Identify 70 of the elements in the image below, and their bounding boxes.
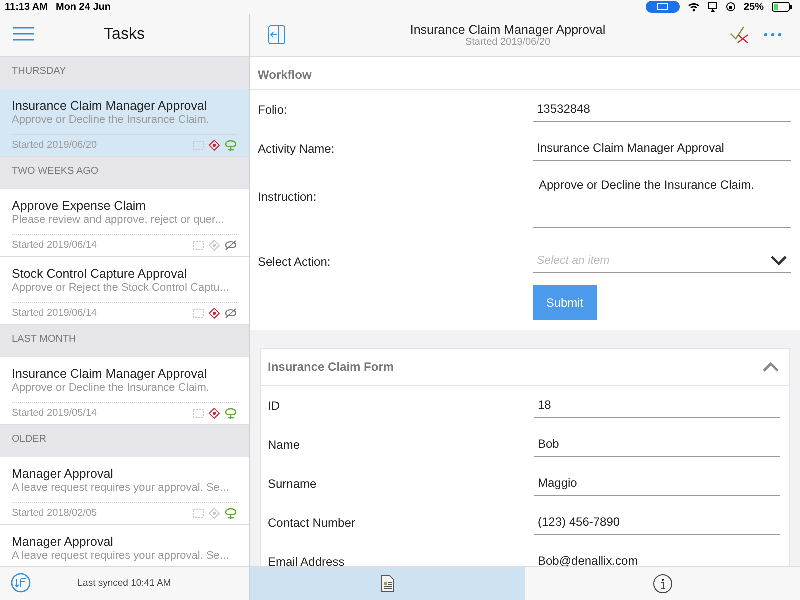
task-date: Started 2019/05/14: [12, 408, 98, 419]
field-label: Select Action:: [258, 254, 332, 268]
task-description: Approve or Decline the Insurance Claim.: [12, 382, 237, 403]
text-field[interactable]: 13532848: [533, 98, 791, 122]
more-icon[interactable]: [764, 33, 782, 37]
group-heading: THURSDAY: [0, 57, 249, 89]
task-title: Manager Approval: [12, 467, 114, 481]
task-description: A leave request requires your approval. Se...: [12, 482, 237, 503]
form-icon: [193, 240, 204, 251]
text-field[interactable]: 18: [534, 394, 780, 418]
rotation-lock-icon: [726, 2, 736, 12]
battery-icon: [772, 2, 792, 12]
task-title: Insurance Claim Manager Approval: [12, 99, 208, 113]
field-label: ID: [268, 398, 281, 412]
field-label: Surname: [268, 476, 318, 490]
collapse-panel-icon[interactable]: [268, 25, 286, 45]
task-item[interactable]: Manager Approval A leave request requires your approval. Se... Started 2018/02/05: [0, 457, 249, 525]
task-title: Stock Control Capture Approval: [12, 267, 188, 281]
form-icon: [193, 408, 204, 419]
menu-icon[interactable]: [13, 27, 34, 41]
wifi-icon: [688, 2, 700, 12]
field-label: Activity Name:: [258, 142, 336, 156]
task-description: Please review and approve, reject or quer...: [12, 214, 237, 235]
form-heading: Insurance Claim Form: [268, 360, 394, 374]
task-date: Started 2019/06/14: [12, 308, 98, 319]
form-icon: [193, 508, 204, 519]
document-icon: [380, 574, 394, 592]
battery-percent: 25%: [744, 2, 764, 12]
field-label: Email Address: [268, 554, 346, 566]
task-item[interactable]: Approve Expense Claim Please review and approve, reject or quer... Started 2019/06/14: [0, 189, 249, 257]
group-heading: TWO WEEKS AGO: [0, 157, 249, 189]
group-heading: LAST MONTH: [0, 325, 249, 357]
status-time: 11:13 AM: [5, 2, 48, 12]
text-field[interactable]: Maggio: [534, 472, 780, 496]
task-title: Insurance Claim Manager Approval: [12, 367, 208, 381]
field-label: Instruction:: [258, 190, 318, 204]
status-date: Mon 24 Jun: [56, 2, 111, 12]
task-heading: Insurance Claim Manager Approval: [409, 22, 607, 36]
task-description: A leave request requires your approval. Se...: [12, 550, 237, 566]
text-field[interactable]: Bob: [534, 432, 780, 456]
pane-title: Tasks: [104, 26, 145, 44]
sort-icon[interactable]: [11, 573, 31, 593]
field-label: Contact Number: [268, 516, 356, 530]
task-date: Started 2019/06/20: [12, 140, 98, 151]
task-description: Approve or Decline the Insurance Claim.: [12, 114, 237, 135]
approve-decline-icon[interactable]: [730, 26, 750, 44]
group-heading: OLDER: [0, 425, 249, 457]
form-icon: [193, 140, 204, 151]
text-field[interactable]: Insurance Claim Manager Approval: [533, 136, 791, 160]
task-date: Started 2018/02/05: [12, 508, 98, 519]
form-icon: [193, 308, 204, 319]
task-started: Started 2019/06/20: [464, 36, 551, 48]
task-description: Approve or Reject the Stock Control Captu...: [12, 282, 237, 303]
info-icon: [652, 574, 672, 594]
task-date: Started 2019/06/14: [12, 240, 98, 251]
task-item[interactable]: Stock Control Capture Approval Approve or Reject the Stock Control Captu... Started 2019/06/14: [0, 257, 249, 325]
sync-status: Last synced 10:41 AM: [78, 578, 172, 589]
section-heading: Workflow: [250, 57, 800, 90]
text-area[interactable]: Approve or Decline the Insurance Claim.: [533, 168, 791, 228]
field-label: Folio:: [258, 102, 288, 116]
chevron-down-icon: [771, 256, 787, 266]
task-item[interactable]: Manager Approval A leave request requires your approval. Se...: [0, 525, 249, 566]
task-title: Manager Approval: [12, 535, 114, 549]
task-item[interactable]: Insurance Claim Manager Approval Approve or Decline the Insurance Claim. Started 2019/06/20: [0, 89, 249, 157]
display-icon: [708, 2, 718, 12]
text-field[interactable]: (123) 456-7890: [534, 510, 780, 534]
task-title: Approve Expense Claim: [12, 199, 148, 213]
chevron-icon[interactable]: [763, 362, 779, 372]
task-item[interactable]: Insurance Claim Manager Approval Approve or Decline the Insurance Claim. Started 2019/05/14: [0, 357, 249, 425]
field-label: Name: [268, 438, 302, 452]
